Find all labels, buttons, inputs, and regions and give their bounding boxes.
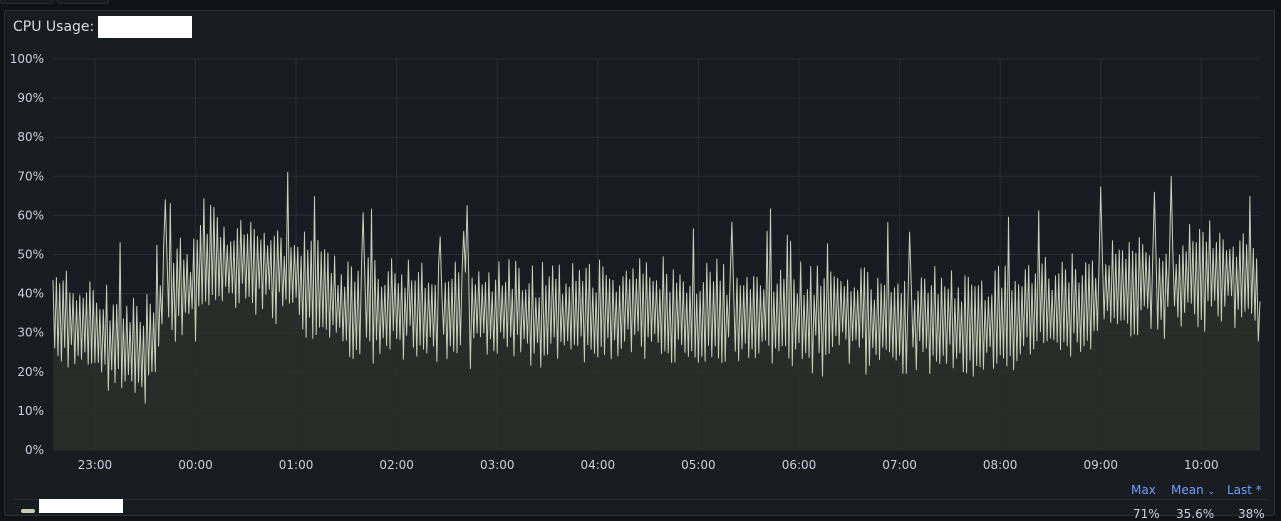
x-tick-label: 04:00 bbox=[581, 458, 616, 472]
x-tick-label: 00:00 bbox=[178, 458, 213, 472]
y-tick-label: 60% bbox=[17, 208, 44, 222]
series-area-fill bbox=[53, 172, 1260, 450]
y-tick-label: 80% bbox=[17, 130, 44, 144]
tab-stub-right[interactable] bbox=[57, 0, 109, 4]
legend-value-max: 71% bbox=[1133, 507, 1160, 521]
x-tick-label: 09:00 bbox=[1083, 458, 1118, 472]
legend-value-last: 38% bbox=[1238, 507, 1265, 521]
legend-row[interactable]: 71% 35.6% 38% bbox=[5, 499, 1276, 521]
y-tick-label: 100% bbox=[10, 52, 44, 66]
x-tick-label: 23:00 bbox=[78, 458, 113, 472]
legend-divider bbox=[13, 499, 1268, 500]
y-tick-label: 10% bbox=[17, 404, 44, 418]
redacted-series-name bbox=[39, 499, 123, 513]
x-tick-label: 02:00 bbox=[379, 458, 414, 472]
legend-headers: Max Mean ⌄ Last * bbox=[5, 481, 1276, 497]
legend: Max Mean ⌄ Last * 71% 35.6% 38% bbox=[5, 481, 1276, 521]
x-tick-label: 05:00 bbox=[681, 458, 716, 472]
cpu-usage-panel: CPU Usage: 0% 10% 20% 30% 40% 50% 60% 70% 80% 90%… bbox=[4, 10, 1276, 521]
sort-desc-icon: ⌄ bbox=[1207, 487, 1216, 497]
x-tick-label: 07:00 bbox=[882, 458, 917, 472]
legend-value-mean: 35.6% bbox=[1176, 507, 1215, 521]
legend-header-mean-label: Mean bbox=[1171, 483, 1204, 497]
y-tick-label: 50% bbox=[17, 248, 44, 262]
legend-header-max[interactable]: Max bbox=[1131, 483, 1156, 497]
y-tick-label: 40% bbox=[17, 287, 44, 301]
y-tick-label: 70% bbox=[17, 169, 44, 183]
x-tick-label: 06:00 bbox=[782, 458, 817, 472]
y-tick-label: 90% bbox=[17, 91, 44, 105]
top-bar bbox=[0, 0, 1281, 8]
legend-header-last[interactable]: Last * bbox=[1227, 483, 1262, 497]
y-tick-label: 30% bbox=[17, 326, 44, 340]
tab-stub-left[interactable] bbox=[0, 0, 54, 4]
y-tick-label: 20% bbox=[17, 365, 44, 379]
cpu-usage-chart[interactable]: 0% 10% 20% 30% 40% 50% 60% 70% 80% 90% 100% 23:00 00… bbox=[5, 11, 1276, 481]
y-tick-label: 0% bbox=[25, 443, 44, 457]
x-tick-label: 10:00 bbox=[1184, 458, 1219, 472]
series-color-swatch[interactable] bbox=[21, 509, 35, 513]
legend-header-mean[interactable]: Mean ⌄ bbox=[1171, 483, 1215, 497]
x-tick-label: 08:00 bbox=[983, 458, 1018, 472]
x-tick-label: 01:00 bbox=[279, 458, 314, 472]
x-tick-label: 03:00 bbox=[480, 458, 515, 472]
